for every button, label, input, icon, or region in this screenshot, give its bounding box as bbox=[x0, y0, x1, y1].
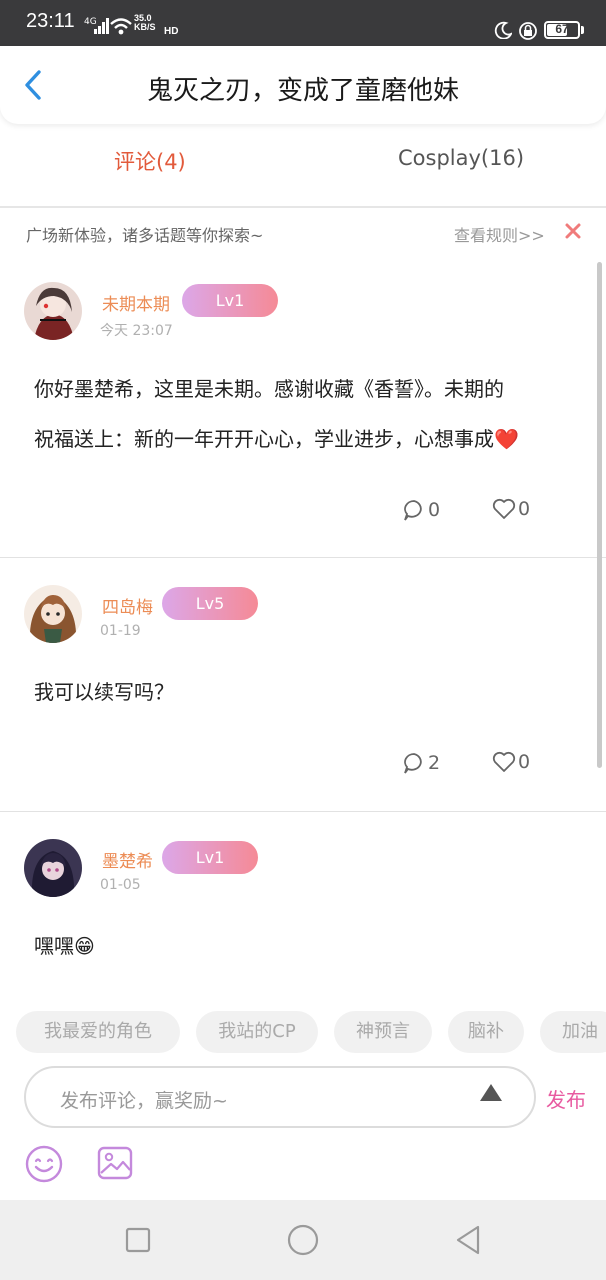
comment-item: 四岛梅 Lv5 01-19 我可以续写吗？ 2 0 bbox=[0, 559, 606, 812]
topic-chip[interactable]: 我最爱的角色 bbox=[16, 1011, 180, 1053]
system-nav-bar bbox=[0, 1200, 606, 1280]
tab-comments[interactable]: 评论(4) bbox=[114, 146, 186, 176]
circle-icon[interactable] bbox=[285, 1222, 321, 1258]
like-button[interactable]: 0 bbox=[492, 751, 530, 773]
topic-chip[interactable]: 脑补 bbox=[448, 1011, 524, 1053]
comment-text: 嘿嘿😁 bbox=[34, 934, 95, 958]
tab-cosplay[interactable]: Cosplay(16) bbox=[398, 146, 524, 170]
comment-time: 01-19 bbox=[100, 623, 141, 639]
comment-item: 未期本期 Lv1 今天 23:07 你好墨楚希，这里是未期。感谢收藏《香誓》。未… bbox=[0, 256, 606, 558]
notice-bar: 广场新体验，诸多话题等你探索~ 查看规则>> bbox=[0, 210, 606, 254]
comment-input[interactable]: 发布评论，赢奖励~ bbox=[24, 1066, 536, 1128]
username[interactable]: 墨楚希 bbox=[102, 847, 153, 872]
comment-item: 墨楚希 Lv1 01-05 嘿嘿😁 bbox=[0, 813, 606, 1003]
battery-tip bbox=[581, 26, 584, 34]
reply-count: 2 bbox=[428, 752, 441, 774]
comment-input-placeholder: 发布评论，赢奖励~ bbox=[60, 1090, 228, 1112]
status-time: 23:11 bbox=[26, 10, 75, 32]
chevron-left-icon[interactable] bbox=[18, 68, 52, 102]
comment-text: 你好墨楚希，这里是未期。感谢收藏《香誓》。未期的 祝福送上：新的一年开开心心，学… bbox=[34, 377, 519, 451]
like-count: 0 bbox=[518, 751, 531, 773]
avatar[interactable] bbox=[24, 585, 82, 643]
topic-chip[interactable]: 神预言 bbox=[334, 1011, 432, 1053]
hd-indicator: HD bbox=[164, 26, 179, 37]
expand-arrow-icon[interactable] bbox=[480, 1084, 502, 1101]
comment-bubble-icon bbox=[404, 500, 422, 521]
square-icon[interactable] bbox=[120, 1222, 156, 1258]
username[interactable]: 未期本期 bbox=[102, 290, 170, 315]
heart-icon bbox=[492, 751, 516, 772]
signal-icon bbox=[94, 18, 109, 34]
battery-icon: 67 bbox=[544, 21, 580, 39]
wifi-icon bbox=[110, 18, 132, 35]
scrollbar[interactable] bbox=[597, 262, 602, 768]
network-speed: 35.0 KB/S bbox=[134, 13, 156, 32]
comment-time: 01-05 bbox=[100, 877, 141, 893]
tab-bar: 评论(4) Cosplay(16) bbox=[0, 126, 606, 208]
avatar[interactable] bbox=[24, 282, 82, 340]
heart-icon bbox=[492, 498, 516, 519]
page-header: 鬼灭之刃，变成了童磨他妹 bbox=[0, 46, 606, 124]
level-badge: Lv1 bbox=[182, 284, 278, 317]
comment-text: 我可以续写吗？ bbox=[34, 680, 174, 704]
notice-text: 广场新体验，诸多话题等你探索~ bbox=[26, 226, 264, 245]
topic-chips: 我最爱的角色 我站的CP 神预言 脑补 加油 bbox=[0, 1003, 606, 1059]
page-title: 鬼灭之刃，变成了童磨他妹 bbox=[146, 76, 459, 106]
reply-button[interactable]: 2 bbox=[402, 751, 440, 775]
close-icon[interactable] bbox=[564, 222, 582, 240]
moon-icon bbox=[494, 21, 512, 39]
reply-count: 0 bbox=[428, 499, 441, 521]
like-count: 0 bbox=[518, 498, 531, 520]
lock-rotation-icon bbox=[519, 22, 537, 40]
comment-bubble-icon bbox=[404, 753, 422, 774]
comment-time: 今天 23:07 bbox=[100, 323, 173, 339]
view-rules-link[interactable]: 查看规则>> bbox=[454, 222, 545, 246]
smiley-icon[interactable] bbox=[24, 1144, 64, 1184]
reply-button[interactable]: 0 bbox=[402, 498, 440, 522]
level-badge: Lv5 bbox=[162, 587, 258, 620]
level-badge: Lv1 bbox=[162, 841, 258, 874]
like-button[interactable]: 0 bbox=[492, 498, 530, 520]
publish-button[interactable]: 发布 bbox=[546, 1084, 586, 1113]
triangle-back-icon[interactable] bbox=[450, 1222, 486, 1258]
topic-chip[interactable]: 我站的CP bbox=[196, 1011, 318, 1053]
image-icon[interactable] bbox=[96, 1144, 134, 1182]
topic-chip[interactable]: 加油 bbox=[540, 1011, 606, 1053]
username[interactable]: 四岛梅 bbox=[102, 593, 153, 618]
avatar[interactable] bbox=[24, 839, 82, 897]
battery-level: 67 bbox=[555, 22, 569, 36]
status-bar: 23:11 4G 35.0 KB/S HD 67 bbox=[0, 0, 606, 46]
